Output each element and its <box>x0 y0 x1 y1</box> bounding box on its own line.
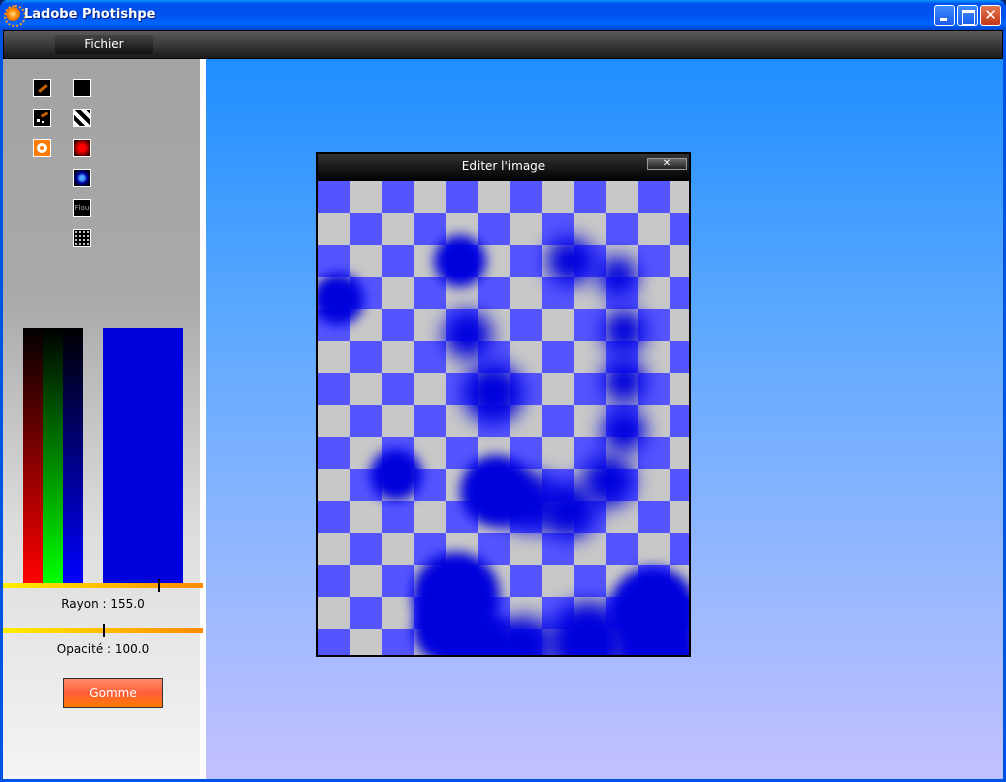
grid-icon <box>74 80 90 96</box>
red-channel-bar[interactable] <box>23 328 43 583</box>
ring-tool[interactable] <box>33 139 51 157</box>
spray-tool[interactable] <box>33 109 51 127</box>
client-area: Fichier Flou Rayon : 155.0 Opacité : 100… <box>3 30 1003 779</box>
paint-stroke <box>370 449 422 501</box>
close-icon: ✕ <box>984 6 997 24</box>
app-window: Ladobe Photishpe ✕ Fichier Flou Rayon : … <box>0 0 1006 782</box>
app-logo-icon <box>4 5 26 27</box>
radius-slider[interactable] <box>3 579 203 592</box>
radius-slider-thumb[interactable] <box>158 579 160 592</box>
minimize-button[interactable] <box>934 5 955 26</box>
noise-icon <box>74 230 90 246</box>
blue-dot-icon <box>74 170 90 186</box>
paint-stroke <box>540 483 596 539</box>
title-bar[interactable]: Ladobe Photishpe ✕ <box>0 0 1006 30</box>
blue-channel-bar[interactable] <box>63 328 83 583</box>
brush-tool[interactable] <box>33 79 51 97</box>
editor-title-bar[interactable]: Editer l'image ✕ <box>318 154 689 181</box>
paint-stroke <box>602 359 646 403</box>
paint-stroke <box>463 363 523 423</box>
blur-icon: Flou <box>74 200 90 216</box>
paint-stroke <box>602 309 646 353</box>
red-dot-icon <box>74 140 90 156</box>
paint-stroke <box>602 409 646 453</box>
noise-tool[interactable] <box>73 229 91 247</box>
ring-icon <box>34 140 50 156</box>
blur-tool[interactable]: Flou <box>73 199 91 217</box>
paint-stroke <box>598 256 638 296</box>
menu-file[interactable]: Fichier <box>55 35 153 54</box>
brush-icon <box>34 80 50 96</box>
window-title: Ladobe Photishpe <box>24 7 156 22</box>
green-channel-bar[interactable] <box>43 328 63 583</box>
paint-stroke <box>434 235 486 287</box>
grid-tool[interactable] <box>73 79 91 97</box>
rgb-color-picker[interactable] <box>23 328 83 583</box>
eraser-button[interactable]: Gomme <box>63 678 163 708</box>
opacity-slider[interactable] <box>3 624 203 637</box>
editor-title: Editer l'image <box>461 159 546 173</box>
paint-stroke <box>546 237 594 285</box>
opacity-label: Opacité : 100.0 <box>56 642 150 656</box>
menu-bar: Fichier <box>3 30 1003 59</box>
current-color-swatch <box>103 328 183 583</box>
maximize-button[interactable] <box>957 5 978 26</box>
paint-stroke <box>444 311 492 359</box>
stripes-tool[interactable] <box>73 109 91 127</box>
opacity-slider-thumb[interactable] <box>103 624 105 637</box>
editor-close-button[interactable]: ✕ <box>647 158 687 170</box>
close-button[interactable]: ✕ <box>980 5 1001 26</box>
image-canvas[interactable] <box>318 181 689 655</box>
radius-label: Rayon : 155.0 <box>61 597 145 611</box>
image-editor-window: Editer l'image ✕ <box>316 152 691 657</box>
diagonal-stripes-icon <box>74 110 90 126</box>
spray-icon <box>34 110 50 126</box>
red-fill-tool[interactable] <box>73 139 91 157</box>
tool-sidebar: Flou Rayon : 155.0 Opacité : 100.0 Gomme <box>3 59 203 779</box>
canvas-drawing <box>318 181 689 655</box>
blue-fill-tool[interactable] <box>73 169 91 187</box>
